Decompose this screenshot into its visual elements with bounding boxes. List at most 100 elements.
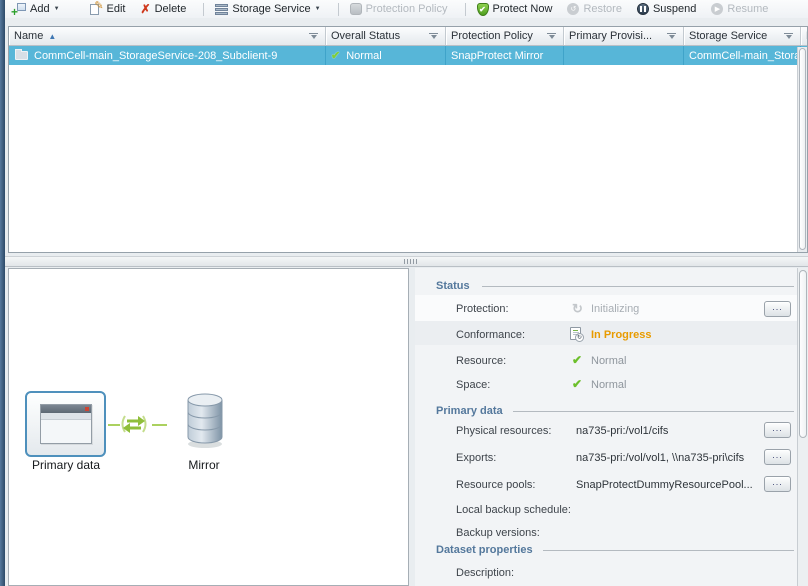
physical-resources-value: na735-pri:/vol1/cifs: [576, 425, 668, 437]
toolbar: + Add ▼ ✎ Edit ✗ Delete Storage Service …: [5, 0, 808, 18]
description-label: Description:: [456, 567, 514, 579]
initializing-refresh-icon: ↻: [572, 302, 583, 315]
protection-policy-icon: [350, 3, 362, 15]
filter-icon[interactable]: [782, 31, 795, 41]
storage-service-button[interactable]: Storage Service ▼: [215, 3, 320, 15]
protect-now-label: Protect Now: [493, 3, 553, 15]
delete-button[interactable]: ✗ Delete: [141, 3, 187, 15]
section-rule: [513, 411, 794, 412]
mirror-database-icon[interactable]: [184, 390, 228, 450]
protection-label: Protection:: [456, 303, 509, 315]
left-pane-edge: [0, 0, 5, 586]
details-scrollbar-thumb[interactable]: [799, 270, 807, 438]
restore-button: ↺ Restore: [567, 3, 622, 15]
add-button-label: Add: [30, 3, 50, 15]
cell-storage-service: CommCell-main_Stora...: [684, 46, 801, 65]
local-backup-schedule-label: Local backup schedule:: [456, 504, 571, 516]
column-header-clipped[interactable]: E: [801, 27, 808, 45]
cell-primary-provisioning: [564, 46, 684, 65]
resource-pools-value: SnapProtectDummyResourcePool...: [576, 479, 753, 491]
details-panel: Status Protection: ↻ Initializing ... Co…: [415, 268, 808, 586]
column-header-name[interactable]: Name ▲: [9, 27, 326, 45]
horizontal-splitter[interactable]: [5, 256, 808, 267]
primary-data-node-label: Primary data: [17, 458, 115, 472]
suspend-button[interactable]: Suspend: [637, 3, 696, 15]
column-header-protection-policy[interactable]: Protection Policy: [446, 27, 564, 45]
space-value: Normal: [591, 379, 626, 391]
physical-resources-more-button[interactable]: ...: [764, 422, 791, 438]
splitter-grip-icon: [404, 259, 417, 264]
section-rule: [482, 286, 794, 287]
column-header-primary-provisioning[interactable]: Primary Provisi...: [564, 27, 684, 45]
restore-icon: ↺: [567, 3, 579, 15]
column-header-overall-status[interactable]: Overall Status: [326, 27, 446, 45]
table-scrollbar-thumb[interactable]: [799, 48, 806, 250]
edit-button-label: Edit: [107, 3, 126, 15]
restore-label: Restore: [583, 3, 622, 15]
details-vertical-scrollbar[interactable]: [797, 268, 808, 586]
mirror-node-label: Mirror: [171, 458, 237, 472]
pause-icon: [637, 3, 649, 15]
status-section-title: Status: [436, 280, 470, 292]
edit-icon: ✎: [89, 3, 103, 16]
filter-icon[interactable]: [427, 31, 440, 41]
in-progress-icon: ↻: [570, 327, 581, 340]
physical-resources-label: Physical resources:: [456, 425, 551, 437]
table-row[interactable]: CommCell-main_StorageService-208_Subclie…: [9, 46, 807, 65]
suspend-label: Suspend: [653, 3, 696, 15]
column-header-storage-service[interactable]: Storage Service: [684, 27, 801, 45]
connector-line: [152, 424, 167, 426]
storage-service-icon: [215, 4, 228, 15]
primary-data-section-title: Primary data: [436, 405, 503, 417]
resume-button: ▶ Resume: [711, 3, 768, 15]
resume-label: Resume: [727, 3, 768, 15]
space-label: Space:: [456, 379, 490, 391]
edit-button[interactable]: ✎ Edit: [89, 3, 126, 16]
filter-icon[interactable]: [307, 31, 320, 41]
protect-now-button[interactable]: ✔ Protect Now: [477, 3, 553, 16]
resource-label: Resource:: [456, 355, 506, 367]
resource-pools-label: Resource pools:: [456, 479, 536, 491]
window-close-icon: [85, 407, 89, 411]
exports-more-button[interactable]: ...: [764, 449, 791, 465]
datasets-table: Name ▲ Overall Status Protection Policy …: [8, 26, 808, 253]
conformance-label: Conformance:: [456, 329, 525, 341]
dataset-properties-section-title: Dataset properties: [436, 544, 533, 556]
application-window-icon: [40, 404, 92, 444]
protection-value: Initializing: [591, 303, 639, 315]
sort-ascending-icon: ▲: [48, 32, 56, 41]
delete-button-label: Delete: [155, 3, 187, 15]
protection-policy-button: Protection Policy: [350, 3, 448, 15]
filter-icon[interactable]: [665, 31, 678, 41]
check-icon: ✔: [572, 354, 582, 366]
check-icon: ✔: [331, 49, 340, 62]
toolbar-separator: [465, 3, 466, 16]
mirror-sync-icon: [118, 411, 150, 437]
topology-diagram-panel: Primary data Mirror: [8, 268, 409, 586]
add-icon: +: [11, 3, 26, 16]
storage-service-label: Storage Service: [232, 3, 310, 15]
play-icon: ▶: [711, 3, 723, 15]
table-vertical-scrollbar[interactable]: [797, 47, 807, 252]
primary-data-node[interactable]: [25, 391, 106, 457]
protection-more-button[interactable]: ...: [764, 301, 791, 317]
folder-icon: [15, 51, 28, 60]
check-icon: ✔: [572, 378, 582, 390]
delete-icon: ✗: [141, 3, 151, 15]
chevron-down-icon: ▼: [315, 6, 321, 12]
cell-overall-status: ✔ Normal: [326, 46, 446, 65]
table-header-row: Name ▲ Overall Status Protection Policy …: [9, 27, 807, 46]
cell-protection-policy: SnapProtect Mirror: [446, 46, 564, 65]
toolbar-separator: [338, 3, 339, 16]
exports-label: Exports:: [456, 452, 496, 464]
protect-now-shield-icon: ✔: [477, 3, 489, 16]
toolbar-separator: [203, 3, 204, 16]
add-button[interactable]: + Add ▼: [11, 3, 60, 16]
refresh-badge-icon: ↻: [575, 333, 584, 342]
chevron-down-icon: ▼: [54, 6, 60, 12]
backup-versions-label: Backup versions:: [456, 527, 540, 539]
conformance-value: In Progress: [591, 329, 652, 341]
filter-icon[interactable]: [545, 31, 558, 41]
resource-pools-more-button[interactable]: ...: [764, 476, 791, 492]
cell-name: CommCell-main_StorageService-208_Subclie…: [9, 46, 326, 65]
